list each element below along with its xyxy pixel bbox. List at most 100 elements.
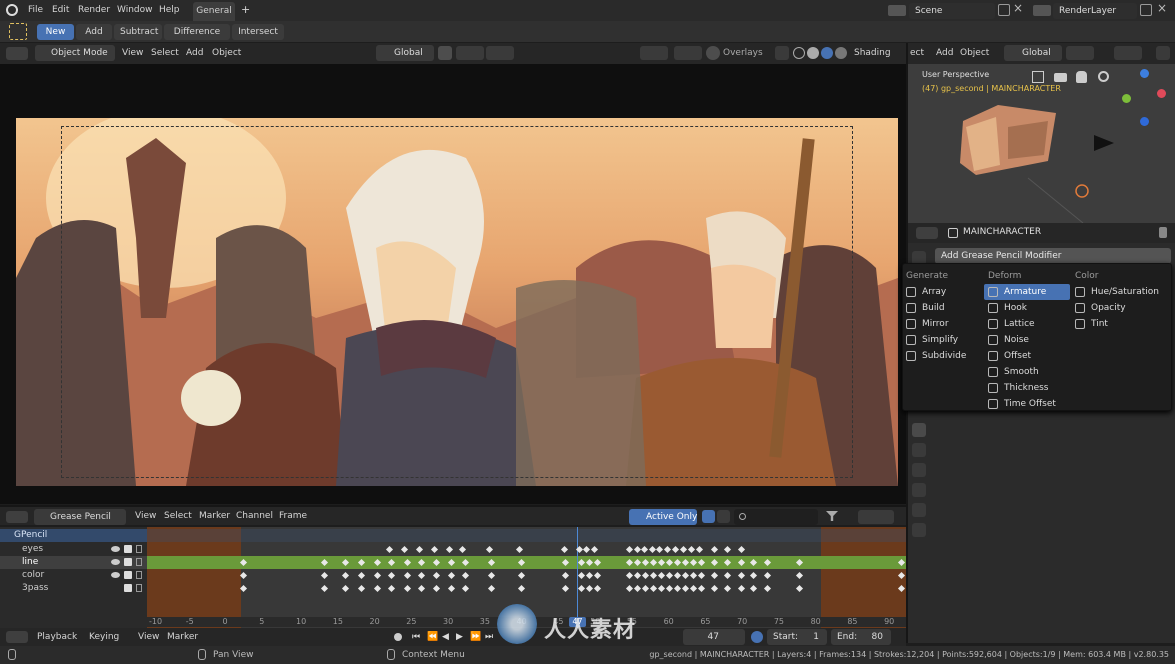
keyframe[interactable]	[320, 571, 329, 580]
keyframe[interactable]	[655, 545, 664, 554]
object-data-properties-tab[interactable]	[912, 463, 926, 477]
menu-playback[interactable]: Playback	[37, 627, 77, 647]
play-reverse-icon[interactable]: ◀	[442, 632, 449, 642]
keyframe[interactable]	[487, 584, 496, 593]
preview-range-icon[interactable]	[751, 631, 763, 643]
menu-view[interactable]: View	[122, 43, 143, 63]
snap-icon[interactable]	[438, 46, 452, 60]
keyframe[interactable]	[432, 571, 441, 580]
keyframe[interactable]	[461, 584, 470, 593]
keyframe[interactable]	[640, 545, 649, 554]
end-frame-field[interactable]: End: 80	[831, 629, 891, 645]
modifier-tint[interactable]: Tint	[1075, 316, 1169, 332]
timeline-editor-icon[interactable]	[6, 631, 28, 643]
shading-solid-icon[interactable]	[807, 47, 819, 59]
keyframe[interactable]	[689, 584, 698, 593]
keyframe[interactable]	[641, 584, 650, 593]
keyframe[interactable]	[697, 584, 706, 593]
modifier-properties-tab[interactable]	[912, 423, 926, 437]
keyframe[interactable]	[403, 584, 412, 593]
shading-rendered-icon[interactable]	[835, 47, 847, 59]
keyframe[interactable]	[485, 545, 494, 554]
keyframe[interactable]	[679, 545, 688, 554]
keyframe[interactable]	[593, 584, 602, 593]
modifier-hook[interactable]: Hook	[988, 300, 1070, 316]
keyframe[interactable]	[681, 584, 690, 593]
ds-menu-frame[interactable]: Frame	[279, 506, 307, 526]
modifier-array[interactable]: Array	[906, 284, 984, 300]
normalize-icon[interactable]	[858, 510, 894, 524]
modifier-noise[interactable]: Noise	[988, 332, 1070, 348]
keyframe[interactable]	[239, 571, 248, 580]
keyframe[interactable]	[517, 584, 526, 593]
texture-properties-tab[interactable]	[912, 503, 926, 517]
keyframe[interactable]	[649, 584, 658, 593]
keyframe[interactable]	[320, 584, 329, 593]
add-modifier-dropdown[interactable]: Add Grease Pencil Modifier	[935, 248, 1171, 264]
keyframe[interactable]	[671, 545, 680, 554]
checkbox-icon[interactable]	[124, 558, 132, 566]
copy-layer-icon[interactable]	[1140, 4, 1152, 16]
next-key-icon[interactable]: ⏩	[470, 632, 481, 642]
menu-edit[interactable]: Edit	[52, 0, 69, 20]
shading-material-icon[interactable]	[821, 47, 833, 59]
gizmo-icon[interactable]	[674, 46, 702, 60]
ds-menu-marker[interactable]: Marker	[199, 506, 230, 526]
keyframe[interactable]	[723, 571, 732, 580]
keyframe[interactable]	[689, 571, 698, 580]
menu-file[interactable]: File	[28, 0, 43, 20]
keyframe[interactable]	[415, 545, 424, 554]
keyframe[interactable]	[723, 584, 732, 593]
keyframe[interactable]	[687, 545, 696, 554]
scene-field[interactable]: Scene	[909, 3, 995, 19]
ds-menu-channel[interactable]: Channel	[236, 506, 273, 526]
modifier-subdivide[interactable]: Subdivide	[906, 348, 984, 364]
keyframe[interactable]	[458, 545, 467, 554]
keyframe[interactable]	[447, 571, 456, 580]
add-workspace-button[interactable]: +	[241, 0, 250, 20]
xray-icon[interactable]	[775, 46, 789, 60]
shading-dropdown[interactable]: Shading	[854, 43, 891, 63]
keyframe[interactable]	[710, 545, 719, 554]
keyframe[interactable]	[737, 584, 746, 593]
keyframe[interactable]	[763, 584, 772, 593]
mode-difference-button[interactable]: Difference	[164, 24, 230, 40]
orientation-dropdown[interactable]: Global	[376, 45, 434, 61]
keyframe[interactable]	[710, 571, 719, 580]
menu-object[interactable]: Object	[212, 43, 241, 63]
select-tool-icon[interactable]	[9, 23, 27, 40]
prev-key-icon[interactable]: ⏪	[427, 632, 438, 642]
keyframe[interactable]	[561, 584, 570, 593]
material-properties-tab[interactable]	[912, 483, 926, 497]
keyframe[interactable]	[625, 584, 634, 593]
keyframe[interactable]	[697, 571, 706, 580]
only-selected-icon[interactable]	[702, 510, 715, 523]
modifier-opacity[interactable]: Opacity	[1075, 300, 1169, 316]
keyframe[interactable]	[403, 571, 412, 580]
mode-add-button[interactable]: Add	[76, 24, 112, 40]
keyframe[interactable]	[633, 571, 642, 580]
keyframe[interactable]	[673, 584, 682, 593]
checkbox-icon[interactable]	[124, 584, 132, 592]
renderlayer-field[interactable]: RenderLayer	[1053, 3, 1137, 19]
keyframe[interactable]	[341, 584, 350, 593]
modifier-armature[interactable]: Armature	[984, 284, 1070, 300]
menu-tl-marker[interactable]: Marker	[167, 627, 198, 647]
keyframe[interactable]	[665, 571, 674, 580]
keyframe[interactable]	[560, 545, 569, 554]
keyframe[interactable]	[577, 584, 586, 593]
blender-logo-icon[interactable]	[6, 4, 18, 16]
lock-icon[interactable]	[136, 571, 142, 579]
keyframe[interactable]	[445, 545, 454, 554]
close-layer-icon[interactable]: ×	[1157, 1, 1167, 15]
close-scene-icon[interactable]: ×	[1013, 1, 1023, 15]
modifier-mirror[interactable]: Mirror	[906, 316, 984, 332]
keyframe[interactable]	[515, 545, 524, 554]
keyframe[interactable]	[517, 571, 526, 580]
active-only-toggle[interactable]: Active Only	[629, 509, 697, 525]
keyframe[interactable]	[400, 545, 409, 554]
view-object-types-icon[interactable]	[640, 46, 668, 60]
menu-tl-view[interactable]: View	[138, 627, 159, 647]
keyframe[interactable]	[625, 545, 634, 554]
start-frame-field[interactable]: Start: 1	[767, 629, 827, 645]
